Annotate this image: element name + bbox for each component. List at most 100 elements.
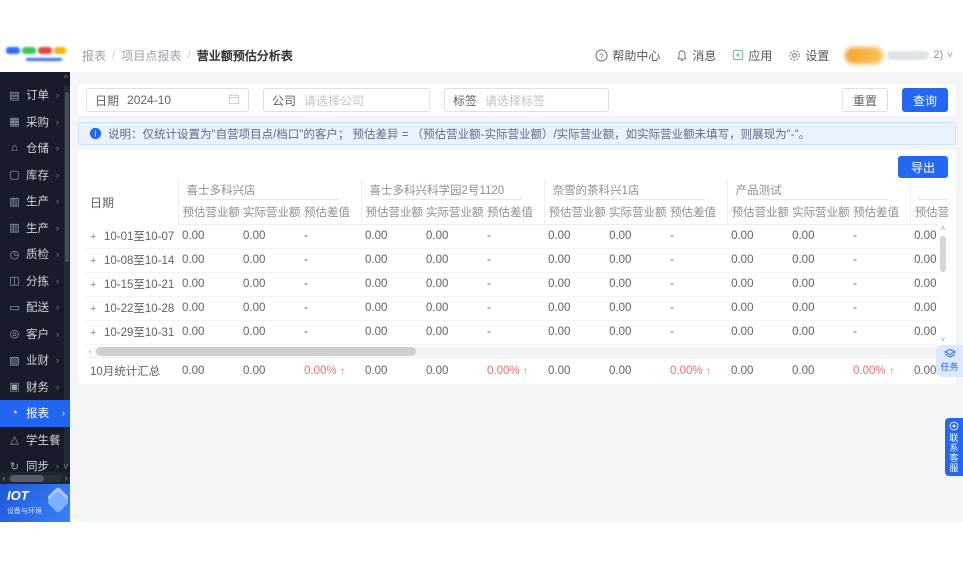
table-row: +10-15至10-21 0.00 0.00-0.00 0.00-0.00 0.00-0… <box>86 272 948 297</box>
expand-row-button[interactable]: + <box>90 279 101 291</box>
scroll-up-icon[interactable]: ˄ <box>941 224 946 234</box>
sidebar-item-2[interactable]: ⌂ 仓储 › <box>0 135 64 162</box>
sidebar-item-5[interactable]: ▥ 生产 › <box>0 215 64 242</box>
app-window: 报表 / 项目点报表 / 营业额预估分析表 ? 帮助中心 消息 应用 设置 2)… <box>0 0 963 563</box>
summary-cell: 0.00 <box>182 365 205 377</box>
sidebar-item-9[interactable]: ◎ 客户 › <box>0 321 64 348</box>
expand-row-button[interactable]: + <box>90 327 101 339</box>
sidebar-item-0[interactable]: ▤ 订单 › <box>0 82 64 109</box>
vscroll-thumb[interactable] <box>940 236 946 272</box>
table-cell: 0.00 <box>605 248 667 273</box>
sidebar-item-3[interactable]: ▢ 库存 › <box>0 162 64 189</box>
headset-icon <box>949 421 959 431</box>
notice-text: 说明：仅统计设置为"自营项目点/档口"的客户； 预估差异 = （预估营业额-实际… <box>108 128 811 141</box>
sidebar-item-label: 采购 <box>26 116 49 129</box>
sidebar-item-11[interactable]: ▣ 财务 › <box>0 374 64 401</box>
sidebar-item-12[interactable]: ◔ 报表 › <box>0 400 70 427</box>
summary-cell: 0.00% ↑ <box>670 365 711 377</box>
sidebar-scroll-down-icon[interactable]: v <box>64 462 69 471</box>
summary-cell: 0.00 <box>548 365 571 377</box>
search-button[interactable]: 查询 <box>901 88 948 112</box>
table-cell: - <box>483 248 545 273</box>
tag-filter[interactable]: 标签 请选择标签 <box>444 88 609 112</box>
breadcrumb-separator: / <box>187 48 191 62</box>
summary-row-container: 10月统计汇总 0.00 0.00 0.00% ↑ 0.00 0.00 0.00% ↑ 0.0… <box>86 357 948 384</box>
table-viewport: 日期 喜士多科兴店 喜士多科兴科学园2号1120 奈雪的茶科兴1店 产品测试 预估营业额实… <box>86 180 948 345</box>
table-cell: 0.00 <box>178 272 239 297</box>
sidebar-item-label: 质检 <box>26 249 49 262</box>
table-vertical-scrollbar[interactable]: ˄ ˅ <box>938 224 948 345</box>
company-filter-label: 公司 <box>272 93 297 108</box>
row-date-range: 10-29至10-31 <box>104 327 175 339</box>
table-cell: - <box>300 320 362 345</box>
info-icon: i <box>89 127 102 140</box>
sidebar: ^ ▤ 订单 › ▦ 采购 › ⌂ 仓储 › ▢ 库存 › ▥ 生产 › ▥ 生产 › ◷ 质检 › ◫ 分拣 › ▭ 配送 › ◎ 客… <box>0 72 70 522</box>
subcolumn-header: 预估营业额 <box>726 200 789 225</box>
table-cell: 0.00 <box>178 296 239 321</box>
user-menu[interactable]: 2) ˅ <box>845 46 953 64</box>
table-row: +10-29至10-31 0.00 0.00-0.00 0.00-0.00 0.00-0… <box>86 320 948 345</box>
table-horizontal-scrollbar[interactable]: ‹ › <box>86 346 948 357</box>
chevron-right-icon: › <box>56 461 59 472</box>
customer-service-button[interactable]: 联系客服 <box>945 418 963 476</box>
export-button[interactable]: 导出 <box>897 156 948 178</box>
report-table: 日期 喜士多科兴店 喜士多科兴科学园2号1120 奈雪的茶科兴1店 产品测试 预估营业额实… <box>86 180 948 345</box>
help-center-button[interactable]: ? 帮助中心 <box>595 47 660 64</box>
expand-row-button[interactable]: + <box>90 231 101 243</box>
scroll-down-icon[interactable]: ˅ <box>941 335 946 345</box>
subcolumn-header: 实际营业额 <box>422 200 484 225</box>
customer-service-label: 联系客服 <box>948 433 959 473</box>
subcolumn-header: 实际营业额 <box>788 200 850 225</box>
production-icon: ▥ <box>9 195 20 208</box>
table-cell: 0.00 <box>544 224 606 249</box>
company-filter[interactable]: 公司 请选择公司 <box>263 88 430 112</box>
scroll-right-icon[interactable]: › <box>62 473 70 483</box>
chevron-right-icon: › <box>56 169 59 180</box>
tasks-widget[interactable]: 任务 <box>936 345 963 377</box>
messages-button[interactable]: 消息 <box>676 47 716 64</box>
arrow-up-icon: ↑ <box>705 366 711 377</box>
subcolumn-header: 预估差值 <box>666 200 728 225</box>
sidebar-hscrollbar[interactable]: ‹ › <box>0 472 70 484</box>
row-date-range: 10-08至10-14 <box>104 255 175 267</box>
breadcrumb-reports[interactable]: 报表 <box>82 47 106 64</box>
sidebar-item-8[interactable]: ▭ 配送 › <box>0 294 64 321</box>
iot-banner[interactable]: IOT 设备与环境 <box>0 484 70 522</box>
table-cell: 0.00 <box>361 248 423 273</box>
apps-button[interactable]: 应用 <box>732 47 772 64</box>
table-cell: 0.00 <box>605 224 667 249</box>
settings-label: 设置 <box>805 48 830 63</box>
subcolumn-header: 预估差值 <box>849 200 911 225</box>
sidebar-item-6[interactable]: ◷ 质检 › <box>0 241 64 268</box>
sidebar-item-1[interactable]: ▦ 采购 › <box>0 109 64 136</box>
table-cell: 0.00 <box>544 272 606 297</box>
user-name-blurred <box>887 50 930 60</box>
summary-cell: 0.00 <box>365 365 388 377</box>
reset-button[interactable]: 重置 <box>841 88 888 112</box>
question-circle-icon: ? <box>595 48 608 62</box>
sidebar-scroll-up-icon[interactable]: ^ <box>64 74 68 83</box>
settings-button[interactable]: 设置 <box>788 47 829 64</box>
table-cell: 0.00 <box>727 272 789 297</box>
sidebar-item-10[interactable]: ▨ 业财 › <box>0 347 64 374</box>
scroll-left-icon[interactable]: ‹ <box>0 473 8 483</box>
main-content: 日期 2024-10 公司 请选择公司 标签 请选择标签 重置 查询 i 说明：… <box>70 72 963 522</box>
sidebar-item-4[interactable]: ▥ 生产 › <box>0 188 64 215</box>
chevron-right-icon: › <box>56 222 59 233</box>
table-cell: 0.00 <box>239 320 300 345</box>
table-cell: - <box>483 224 545 249</box>
breadcrumb-project-reports[interactable]: 项目点报表 <box>121 47 181 64</box>
iot-banner-title: IOT <box>7 488 29 503</box>
sidebar-item-13[interactable]: △ 学生餐 <box>0 427 64 454</box>
table-cell: - <box>300 248 362 273</box>
expand-row-button[interactable]: + <box>90 255 101 267</box>
date-filter-value: 2024-10 <box>127 93 172 107</box>
hscroll-thumb[interactable] <box>96 347 416 356</box>
apps-label: 应用 <box>748 48 773 63</box>
scroll-left-icon[interactable]: ‹ <box>86 346 94 357</box>
table-cell: - <box>666 296 728 321</box>
date-filter[interactable]: 日期 2024-10 <box>86 88 249 112</box>
expand-row-button[interactable]: + <box>90 303 101 315</box>
sidebar-item-7[interactable]: ◫ 分拣 › <box>0 268 64 295</box>
company-logo <box>4 41 66 69</box>
